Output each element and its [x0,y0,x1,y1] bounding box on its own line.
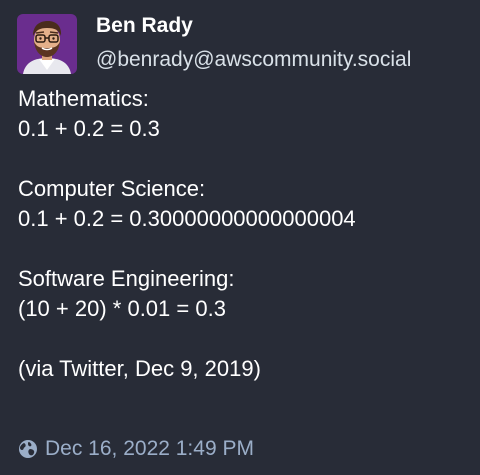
avatar[interactable] [17,14,77,74]
content-line: 0.1 + 0.2 = 0.30000000000000004 [18,206,356,231]
content-paragraph: Computer Science: 0.1 + 0.2 = 0.300000000… [18,174,468,234]
content-line: (10 + 20) * 0.01 = 0.3 [18,296,226,321]
content-line: (via Twitter, Dec 9, 2019) [18,356,261,381]
content-line: Computer Science: [18,176,206,201]
content-line: 0.1 + 0.2 = 0.3 [18,116,160,141]
content-line: Mathematics: [18,86,149,111]
account-handle[interactable]: @benrady@awscommunity.social [96,48,411,72]
content-paragraph: (via Twitter, Dec 9, 2019) [18,354,468,384]
globe-icon [19,440,37,458]
content-paragraph: Mathematics: 0.1 + 0.2 = 0.3 [18,84,468,144]
status-timestamp-link[interactable]: Dec 16, 2022 1:49 PM [18,436,254,462]
bearded-man-avatar-icon [17,14,77,74]
status-content: Mathematics: 0.1 + 0.2 = 0.3 Computer Scie… [18,84,468,384]
status-post: Ben Rady @benrady@awscommunity.social Ma… [0,0,480,475]
content-line: Software Engineering: [18,266,235,291]
content-paragraph: Software Engineering: (10 + 20) * 0.01 = … [18,264,468,324]
timestamp: Dec 16, 2022 1:49 PM [45,437,254,460]
display-name[interactable]: Ben Rady [96,14,193,38]
